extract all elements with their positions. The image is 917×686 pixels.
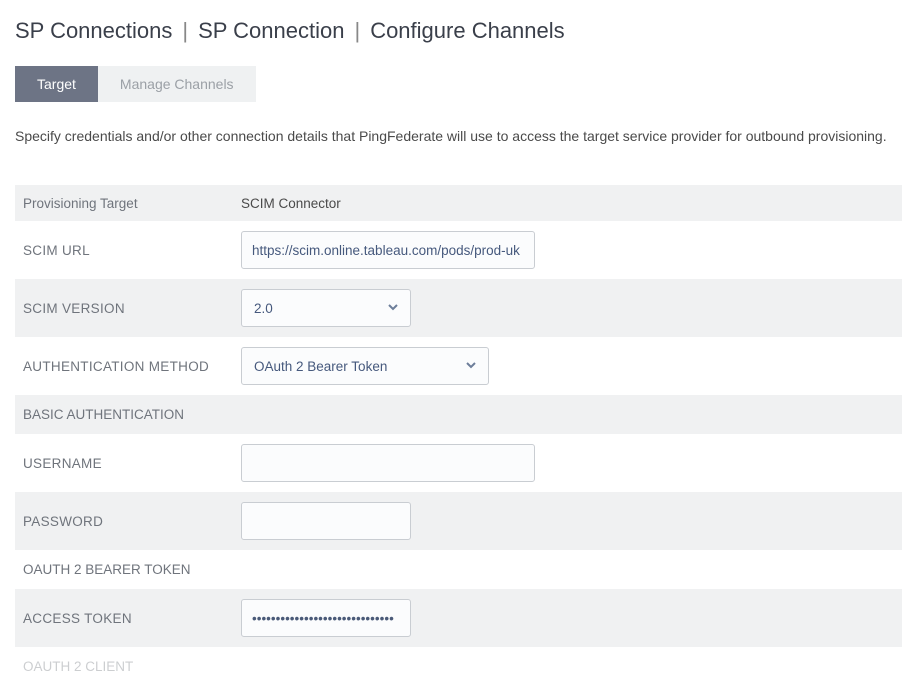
row-password: PASSWORD (15, 492, 902, 550)
label-scim-version: SCIM VERSION (23, 301, 241, 316)
breadcrumb-item[interactable]: Configure Channels (370, 18, 564, 44)
breadcrumb-sep: | (182, 18, 188, 44)
section-oauth-bearer: OAUTH 2 BEARER TOKEN (15, 550, 902, 589)
label-scim-url: SCIM URL (23, 243, 241, 258)
label-basic-auth-header: BASIC AUTHENTICATION (23, 407, 184, 422)
value-provisioning-target: SCIM Connector (241, 196, 341, 211)
input-password[interactable] (241, 502, 411, 540)
breadcrumb-sep: | (354, 18, 360, 44)
section-oauth-client: OAUTH 2 CLIENT (15, 647, 902, 686)
label-oauth-client-header: OAUTH 2 CLIENT (23, 659, 133, 674)
input-access-token[interactable] (241, 599, 411, 637)
row-access-token: ACCESS TOKEN (15, 589, 902, 647)
label-provisioning-target: Provisioning Target (23, 196, 241, 211)
select-value-auth-method: OAuth 2 Bearer Token (241, 347, 489, 385)
label-access-token: ACCESS TOKEN (23, 611, 241, 626)
label-username: USERNAME (23, 456, 241, 471)
tab-target[interactable]: Target (15, 66, 98, 102)
form-table: Provisioning Target SCIM Connector SCIM … (15, 185, 902, 686)
tab-manage-channels[interactable]: Manage Channels (98, 66, 256, 102)
breadcrumb-item[interactable]: SP Connection (198, 18, 344, 44)
row-scim-version: SCIM VERSION 2.0 (15, 279, 902, 337)
label-auth-method: AUTHENTICATION METHOD (23, 359, 241, 374)
breadcrumb-item[interactable]: SP Connections (15, 18, 172, 44)
tabs: Target Manage Channels (15, 66, 902, 102)
input-username[interactable] (241, 444, 535, 482)
row-username: USERNAME (15, 434, 902, 492)
row-scim-url: SCIM URL (15, 221, 902, 279)
label-password: PASSWORD (23, 514, 241, 529)
section-basic-auth: BASIC AUTHENTICATION (15, 395, 902, 434)
input-scim-url[interactable] (241, 231, 535, 269)
label-oauth-bearer-header: OAUTH 2 BEARER TOKEN (23, 562, 191, 577)
select-auth-method[interactable]: OAuth 2 Bearer Token (241, 347, 489, 385)
breadcrumb: SP Connections | SP Connection | Configu… (15, 18, 902, 44)
page-description: Specify credentials and/or other connect… (15, 126, 902, 147)
row-auth-method: AUTHENTICATION METHOD OAuth 2 Bearer Tok… (15, 337, 902, 395)
row-provisioning-target: Provisioning Target SCIM Connector (15, 185, 902, 221)
select-value-scim-version: 2.0 (241, 289, 411, 327)
select-scim-version[interactable]: 2.0 (241, 289, 411, 327)
